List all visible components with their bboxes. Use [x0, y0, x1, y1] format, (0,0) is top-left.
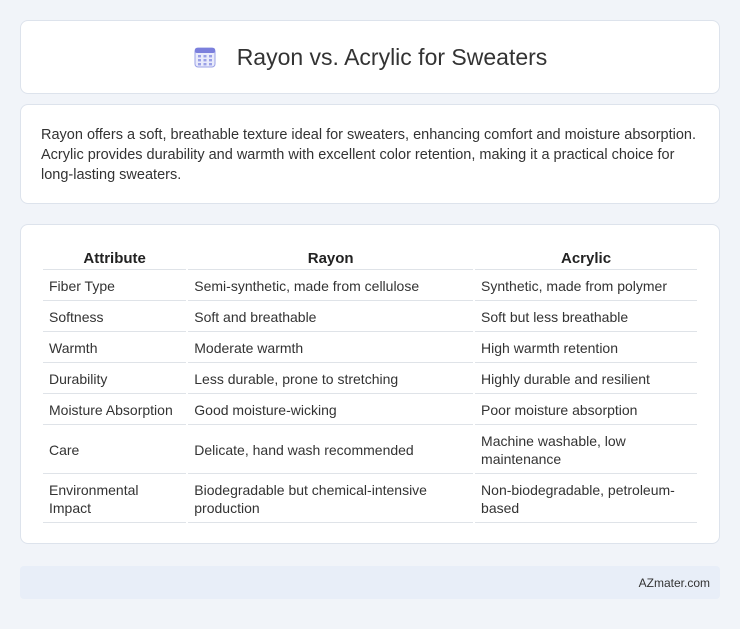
cell-rayon: Delicate, hand wash recommended [188, 427, 474, 474]
table-row: Durability Less durable, prone to stretc… [43, 365, 697, 394]
table-row: Fiber Type Semi-synthetic, made from cel… [43, 272, 697, 301]
cell-rayon: Soft and breathable [188, 303, 474, 332]
header-rayon: Rayon [188, 247, 474, 270]
cell-acrylic: High warmth retention [475, 334, 697, 363]
comparison-table: Attribute Rayon Acrylic Fiber Type Semi-… [41, 245, 699, 525]
calendar-icon [193, 45, 217, 69]
page-title: Rayon vs. Acrylic for Sweaters [236, 43, 548, 70]
table-header-row: Attribute Rayon Acrylic [43, 247, 697, 270]
cell-acrylic: Soft but less breathable [475, 303, 697, 332]
cell-acrylic: Highly durable and resilient [475, 365, 697, 394]
cell-attribute: Moisture Absorption [43, 396, 187, 425]
footer-brand: AZmater.com [638, 575, 710, 590]
cell-acrylic: Poor moisture absorption [475, 396, 697, 425]
cell-rayon: Biodegradable but chemical-intensive pro… [188, 476, 474, 523]
cell-attribute: Warmth [43, 334, 187, 363]
table-row: Care Delicate, hand wash recommended Mac… [43, 427, 697, 474]
table-row: Warmth Moderate warmth High warmth reten… [43, 334, 697, 363]
cell-acrylic: Non-biodegradable, petroleum-based [475, 476, 697, 523]
table-card: Attribute Rayon Acrylic Fiber Type Semi-… [20, 224, 720, 544]
table-row: Moisture Absorption Good moisture-wickin… [43, 396, 697, 425]
title-card: Rayon vs. Acrylic for Sweaters [20, 20, 720, 94]
cell-rayon: Semi-synthetic, made from cellulose [188, 272, 474, 301]
summary-text: Rayon offers a soft, breathable texture … [41, 127, 697, 183]
cell-attribute: Care [43, 427, 187, 474]
cell-rayon: Moderate warmth [188, 334, 474, 363]
cell-rayon: Good moisture-wicking [188, 396, 474, 425]
header-attribute: Attribute [43, 247, 187, 270]
table-row: Environmental Impact Biodegradable but c… [43, 476, 697, 523]
cell-acrylic: Machine washable, low maintenance [475, 427, 697, 474]
footer: AZmater.com [20, 566, 720, 599]
cell-attribute: Durability [43, 365, 187, 394]
cell-attribute: Softness [43, 303, 187, 332]
table-row: Softness Soft and breathable Soft but le… [43, 303, 697, 332]
cell-rayon: Less durable, prone to stretching [188, 365, 474, 394]
cell-acrylic: Synthetic, made from polymer [475, 272, 697, 301]
cell-attribute: Fiber Type [43, 272, 187, 301]
summary-card: Rayon offers a soft, breathable texture … [20, 104, 720, 204]
cell-attribute: Environmental Impact [43, 476, 187, 523]
header-acrylic: Acrylic [475, 247, 697, 270]
